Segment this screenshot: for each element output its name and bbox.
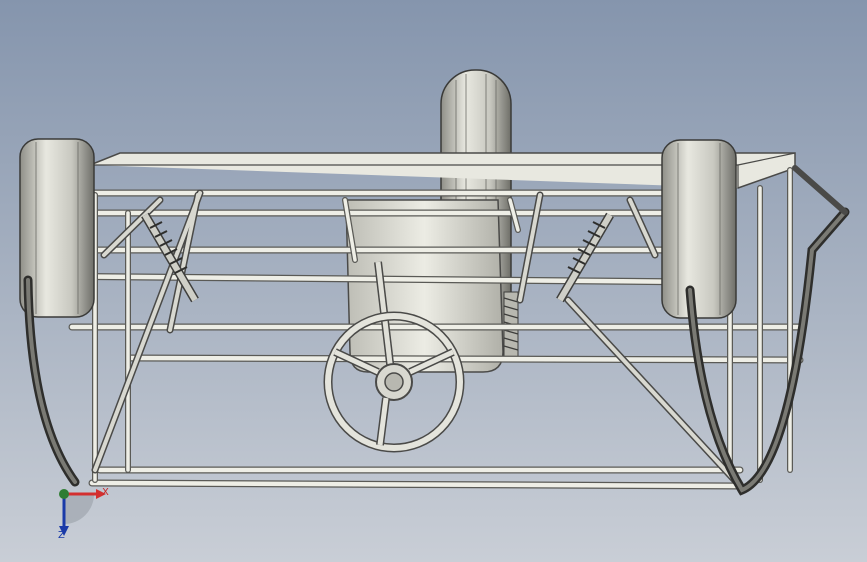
x-axis-label: X: [102, 487, 109, 498]
right-front-shock: [556, 212, 614, 303]
right-front-tire: [661, 139, 737, 319]
z-axis-label: Z: [58, 530, 65, 541]
cad-viewport[interactable]: X Z: [0, 0, 867, 562]
triad-corner-shade: [64, 494, 94, 524]
seat: [345, 199, 504, 373]
kart-frame-model[interactable]: [0, 0, 867, 562]
y-axis-dot: [59, 489, 69, 499]
